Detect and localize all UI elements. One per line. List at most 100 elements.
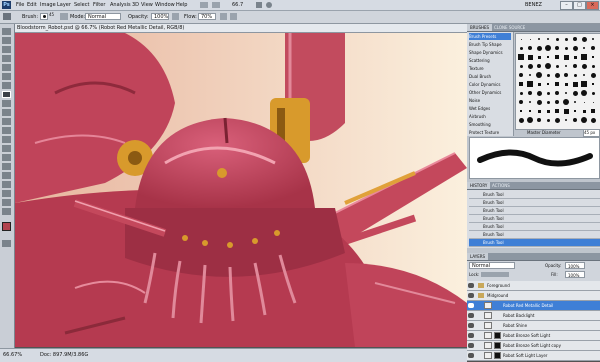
eye-icon[interactable]	[468, 323, 474, 328]
brush-preset[interactable]	[580, 62, 588, 70]
history-item[interactable]: Brush Tool	[469, 231, 600, 239]
tab-brushes[interactable]: BRUSHES	[467, 24, 493, 31]
menu-file[interactable]: File	[16, 1, 24, 9]
brush-preset[interactable]	[571, 98, 579, 106]
brush-preset[interactable]	[580, 116, 588, 124]
lock-options-icon[interactable]	[481, 272, 509, 277]
brush-preset[interactable]	[571, 44, 579, 52]
quick-select-tool-icon[interactable]	[2, 55, 11, 62]
brush-option-color-dynamics[interactable]: Color Dynamics	[469, 81, 500, 88]
tab-actions[interactable]: ACTIONS	[489, 182, 513, 189]
brush-preset[interactable]	[589, 98, 597, 106]
layer-row[interactable]: Robot Bronze Soft Light copy	[467, 341, 600, 351]
document-tab[interactable]: Bloodstorm_Robot.psd @ 66.7% (Robot Red …	[15, 24, 467, 33]
pressure-size-icon[interactable]	[230, 13, 237, 20]
brush-preset[interactable]	[544, 116, 552, 124]
history-brush-tool-icon[interactable]	[2, 109, 11, 116]
eye-icon[interactable]	[468, 353, 474, 358]
brush-preset[interactable]	[535, 71, 543, 79]
brush-option-presets[interactable]: Brush Presets	[469, 33, 511, 40]
brush-preset[interactable]	[571, 53, 579, 61]
brush-preset[interactable]	[544, 107, 552, 115]
brush-preset[interactable]	[544, 89, 552, 97]
path-selection-tool-icon[interactable]	[2, 172, 11, 179]
brush-preset[interactable]	[535, 89, 543, 97]
brush-preset[interactable]	[526, 107, 534, 115]
brush-tool-selected-icon[interactable]	[2, 91, 11, 98]
zoom-tool-icon[interactable]	[2, 208, 11, 215]
brush-preset[interactable]	[553, 116, 561, 124]
zoom-level[interactable]: 66.7	[232, 1, 243, 9]
tab-clone-source[interactable]: CLONE SOURCE	[491, 24, 528, 31]
brush-preset[interactable]	[571, 116, 579, 124]
eye-icon[interactable]	[468, 313, 474, 318]
history-item[interactable]: Brush Tool	[469, 223, 600, 231]
brush-preset[interactable]	[526, 116, 534, 124]
blend-mode-select[interactable]: Normal	[469, 262, 515, 269]
workspace-name[interactable]: BENEZ	[525, 1, 542, 9]
layer-row-selected[interactable]: Robot Red Metallic Detail	[467, 301, 600, 311]
brush-preset[interactable]	[517, 44, 525, 52]
document-canvas[interactable]	[15, 33, 467, 347]
brush-panel-toggle-icon[interactable]	[60, 13, 68, 20]
brush-preset[interactable]	[535, 116, 543, 124]
brush-preset[interactable]	[562, 80, 570, 88]
layer-row[interactable]: Robot Backlight	[467, 311, 600, 321]
brush-preset[interactable]	[562, 35, 570, 43]
layer-group-row[interactable]: Midground	[467, 291, 600, 301]
brush-preset[interactable]	[589, 71, 597, 79]
history-item-current[interactable]: Brush Tool	[469, 239, 600, 247]
brush-option-noise[interactable]: Noise	[469, 97, 480, 104]
brush-preset[interactable]	[526, 80, 534, 88]
brush-preset[interactable]	[544, 98, 552, 106]
brush-option-other-dynamics[interactable]: Other Dynamics	[469, 89, 501, 96]
bridge-icon[interactable]	[200, 2, 208, 8]
brush-preset[interactable]	[544, 53, 552, 61]
brush-preset[interactable]	[553, 80, 561, 88]
dodge-tool-icon[interactable]	[2, 145, 11, 152]
brush-preset[interactable]	[517, 71, 525, 79]
zoom-tool-icon[interactable]	[266, 2, 272, 8]
eye-icon[interactable]	[468, 333, 474, 338]
lasso-tool-icon[interactable]	[2, 46, 11, 53]
brush-preset[interactable]	[526, 62, 534, 70]
brush-option-wet-edges[interactable]: Wet Edges	[469, 105, 490, 112]
healing-brush-tool-icon[interactable]	[2, 82, 11, 89]
brush-preset[interactable]	[571, 107, 579, 115]
history-item[interactable]: Brush Tool	[469, 207, 600, 215]
brush-option-airbrush[interactable]: Airbrush	[469, 113, 486, 120]
close-button[interactable]: ×	[586, 1, 599, 10]
menu-select[interactable]: Select	[74, 1, 89, 9]
menu-image[interactable]: Image	[40, 1, 56, 9]
maximize-button[interactable]: □	[573, 1, 586, 10]
blur-tool-icon[interactable]	[2, 136, 11, 143]
brush-preset[interactable]	[553, 35, 561, 43]
3d-rotate-tool-icon[interactable]	[2, 190, 11, 197]
brush-preset[interactable]	[535, 35, 543, 43]
brush-preset[interactable]	[562, 89, 570, 97]
brush-option-scattering[interactable]: Scattering	[469, 57, 490, 64]
brush-preset[interactable]	[526, 98, 534, 106]
pressure-opacity-icon[interactable]	[172, 13, 179, 20]
tab-layers[interactable]: LAYERS	[467, 253, 489, 260]
marquee-tool-icon[interactable]	[2, 37, 11, 44]
brush-option-protect-texture[interactable]: Protect Texture	[469, 129, 499, 136]
brush-option-tip-shape[interactable]: Brush Tip Shape	[469, 41, 502, 48]
mode-select[interactable]: Normal	[85, 13, 121, 20]
brush-preset[interactable]	[535, 80, 543, 88]
layer-row[interactable]: Robot Soft Light Layer	[467, 351, 600, 361]
layer-group-row[interactable]: Foreground	[467, 281, 600, 291]
brush-preset[interactable]	[580, 35, 588, 43]
master-diameter-field[interactable]: 45 px	[583, 129, 600, 137]
brush-preset[interactable]	[517, 98, 525, 106]
brush-tool-icon[interactable]	[3, 13, 11, 20]
brush-preset[interactable]	[571, 89, 579, 97]
menu-help[interactable]: Help	[176, 1, 187, 9]
menu-edit[interactable]: Edit	[27, 1, 37, 9]
brush-preset[interactable]	[535, 107, 543, 115]
history-item[interactable]: Brush Tool	[469, 215, 600, 223]
layer-opacity-field[interactable]: 100%	[565, 262, 585, 269]
brush-preset[interactable]	[544, 71, 552, 79]
brush-preset[interactable]	[526, 35, 534, 43]
layer-row[interactable]: Robot Bronze Soft Light	[467, 331, 600, 341]
